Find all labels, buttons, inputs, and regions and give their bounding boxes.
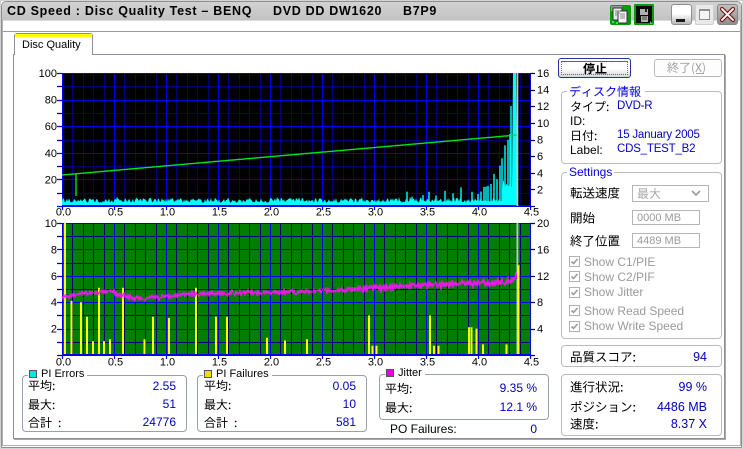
- svg-text:6: 6: [537, 151, 543, 163]
- svg-text:4: 4: [537, 324, 543, 336]
- svg-text:4.5: 4.5: [524, 357, 539, 369]
- svg-text:1.0: 1.0: [160, 357, 175, 369]
- svg-text:2: 2: [537, 184, 543, 196]
- svg-text:1.5: 1.5: [212, 357, 227, 369]
- svg-text:10: 10: [537, 118, 549, 130]
- svg-text:2.0: 2.0: [264, 357, 279, 369]
- svg-text:2.5: 2.5: [316, 357, 331, 369]
- svg-text:8: 8: [51, 244, 57, 256]
- svg-text:14: 14: [537, 85, 549, 97]
- svg-text:20: 20: [537, 218, 549, 230]
- svg-text:4: 4: [537, 168, 543, 180]
- svg-text:8: 8: [537, 135, 543, 147]
- svg-text:2: 2: [51, 324, 57, 336]
- svg-text:6: 6: [51, 271, 57, 283]
- svg-text:0.0: 0.0: [56, 357, 71, 369]
- svg-text:4: 4: [51, 297, 57, 309]
- svg-text:12: 12: [537, 271, 549, 283]
- svg-text:0.5: 0.5: [108, 357, 123, 369]
- svg-text:8: 8: [537, 297, 543, 309]
- svg-text:80: 80: [45, 95, 57, 107]
- svg-text:4.0: 4.0: [472, 357, 487, 369]
- svg-text:16: 16: [537, 68, 549, 80]
- svg-text:3.0: 3.0: [368, 357, 383, 369]
- svg-text:12: 12: [537, 101, 549, 113]
- svg-text:16: 16: [537, 244, 549, 256]
- svg-text:100: 100: [39, 68, 57, 80]
- svg-text:20: 20: [45, 174, 57, 186]
- svg-text:60: 60: [45, 121, 57, 133]
- svg-text:40: 40: [45, 148, 57, 160]
- svg-text:10: 10: [45, 218, 57, 230]
